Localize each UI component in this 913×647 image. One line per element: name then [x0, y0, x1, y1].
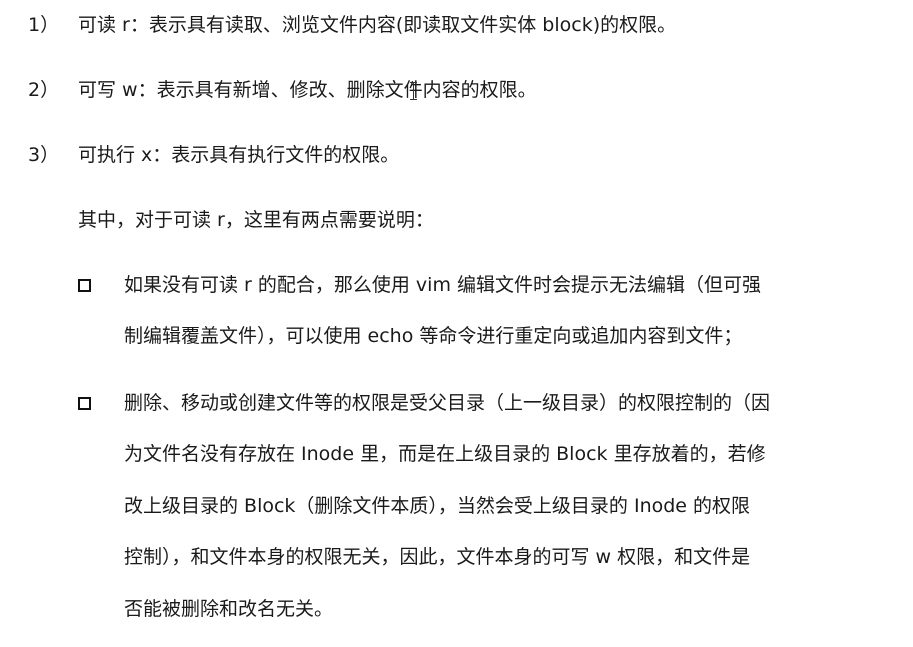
list-number: 3）	[28, 144, 60, 166]
list-number: 2）	[28, 79, 60, 101]
list-item-read: 1） 可读 r：表示具有读取、浏览文件内容(即读取文件实体 block)的权限。	[28, 12, 676, 38]
list-item-text: 可写 w：表示具有新增、修改、删除文件内容的权限。	[78, 79, 537, 101]
bullet-line: 如果没有可读 r 的配合，那么使用 vim 编辑文件时会提示无法编辑（但可强	[124, 274, 762, 296]
bullet-line: 改上级目录的 Block（删除文件本质），当然会受上级目录的 Inode 的权限	[124, 495, 751, 517]
checkbox-bullet-icon	[78, 279, 91, 292]
bullet-line: 否能被删除和改名无关。	[124, 598, 334, 620]
bullet-line: 为文件名没有存放在 Inode 里，而是在上级目录的 Block 里存放着的，若…	[124, 443, 766, 465]
checkbox-bullet-icon	[78, 397, 91, 410]
list-number: 1）	[28, 14, 60, 36]
bullet-line: 制编辑覆盖文件），可以使用 echo 等命令进行重定向或追加内容到文件；	[124, 325, 743, 347]
list-item-text: 可读 r：表示具有读取、浏览文件内容(即读取文件实体 block)的权限。	[78, 14, 677, 36]
bullet-item-delete-note: 删除、移动或创建文件等的权限是受父目录（上一级目录）的权限控制的（因 为文件名没…	[78, 390, 898, 630]
list-item-text: 可执行 x：表示具有执行文件的权限。	[78, 144, 400, 166]
bullet-line: 删除、移动或创建文件等的权限是受父目录（上一级目录）的权限控制的（因	[124, 392, 771, 414]
intro-paragraph: 其中，对于可读 r，这里有两点需要说明：	[78, 209, 434, 231]
text-cursor-icon	[410, 82, 418, 100]
list-item-execute: 3） 可执行 x：表示具有执行文件的权限。	[28, 142, 399, 168]
document-page: 1） 可读 r：表示具有读取、浏览文件内容(即读取文件实体 block)的权限。 …	[0, 0, 913, 647]
bullet-line: 控制），和文件本身的权限无关，因此，文件本身的可写 w 权限，和文件是	[124, 546, 751, 568]
list-item-write: 2） 可写 w：表示具有新增、修改、删除文件内容的权限。	[28, 77, 537, 103]
bullet-item-read-note: 如果没有可读 r 的配合，那么使用 vim 编辑文件时会提示无法编辑（但可强 制…	[78, 272, 898, 352]
